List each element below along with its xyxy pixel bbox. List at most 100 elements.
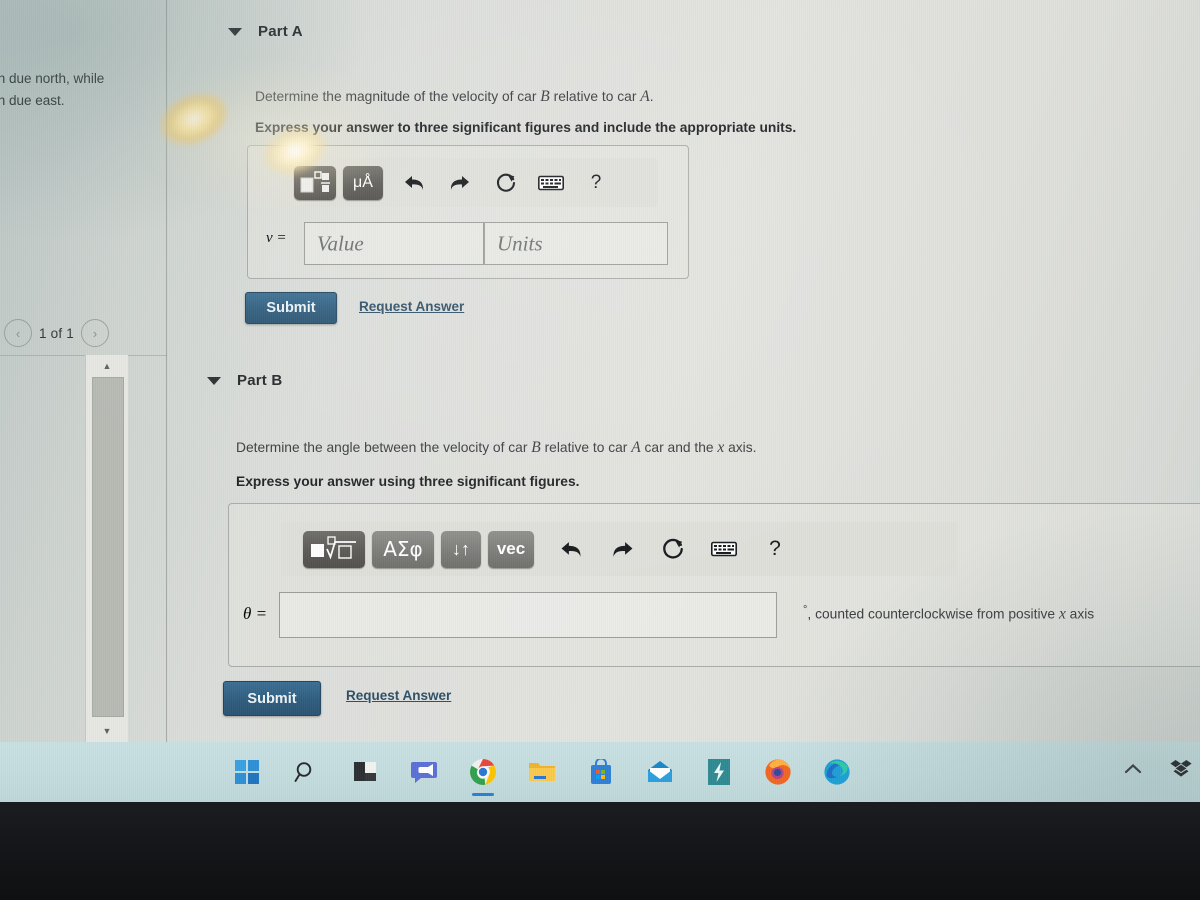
chevron-left-icon: ‹ [15,325,21,341]
part-b-answer-box: ΑΣφ ↓↑ vec ? θ = °, counted counterclock… [228,503,1200,667]
edge-button[interactable] [822,757,852,787]
pagination: ‹ 1 of 1 › [4,318,144,348]
undo-arrow-icon [405,175,424,190]
search-icon [294,762,312,782]
pagination-next-button[interactable]: › [80,319,109,347]
part-a-undo-button[interactable] [399,168,429,198]
scrollbar-up-arrow[interactable]: ▲ [86,357,128,375]
part-a-request-answer-link[interactable]: Request Answer [359,299,464,314]
part-a-units-button[interactable]: μÅ [343,165,383,200]
search-button[interactable] [291,757,321,787]
task-view-icon [354,762,376,781]
file-explorer-button[interactable] [527,757,557,787]
part-b-reset-button[interactable] [658,534,688,564]
dropbox-icon [1170,760,1192,777]
part-a-keyboard-button[interactable] [535,168,567,198]
part-a-template-button[interactable] [294,165,336,200]
laptop-screen: /h due north, while /h due east. ‹ 1 of … [0,0,1200,802]
value-placeholder: Value [317,231,364,255]
part-b-unit-suffix: °, counted counterclockwise from positiv… [803,604,1095,623]
panel-divider [0,355,167,356]
vertical-divider [166,0,167,742]
problem-statement-panel: /h due north, while /h due east. ‹ 1 of … [0,0,167,742]
undo-arrow-icon [561,541,581,557]
start-button[interactable] [232,757,262,787]
firefox-button[interactable] [763,757,793,787]
zoom-app-button[interactable] [704,757,734,787]
redo-arrow-icon [613,541,633,557]
caret-down-icon[interactable] [207,376,221,385]
pagination-prev-button[interactable]: ‹ [4,319,32,347]
part-b-answer-input[interactable] [279,592,777,638]
question-mark-icon: ? [769,537,781,560]
chrome-icon [470,759,496,786]
question-mark-icon: ? [590,171,602,193]
mail-icon [648,761,672,782]
keyboard-icon [711,541,737,557]
chat-button[interactable] [409,757,439,787]
part-b-redo-button[interactable] [608,534,638,564]
scrollbar-thumb[interactable] [92,377,124,717]
template-icon [300,170,330,192]
chrome-button[interactable] [468,757,498,796]
part-b-greek-button[interactable]: ΑΣφ [372,530,434,568]
vertical-scrollbar[interactable]: ▲ ▼ [85,355,128,742]
problem-line-1: /h due north, while [0,71,105,86]
part-a-question: Determine the magnitude of the velocity … [255,88,654,105]
part-a-redo-button[interactable] [445,168,475,198]
part-a-units-input[interactable]: Units [484,222,668,265]
part-b-toolbar: ΑΣφ ↓↑ vec ? [281,522,957,576]
microsoft-store-button[interactable] [586,757,616,787]
part-b-header[interactable]: Part B [207,372,282,389]
part-b-keyboard-button[interactable] [708,534,740,564]
windows-taskbar [0,742,1200,802]
problem-line-2: /h due east. [0,93,65,108]
part-a-submit-button[interactable]: Submit [245,292,337,324]
reset-circular-arrow-icon [496,173,516,192]
taskbar-icons [232,750,852,796]
part-a-reset-button[interactable] [491,168,521,198]
dropbox-tray-icon[interactable] [1168,756,1194,782]
part-b-template-root-button[interactable] [303,530,365,568]
pagination-label: 1 of 1 [39,325,74,341]
part-a-instruction: Express your answer to three significant… [255,120,797,135]
micro-angstrom-icon: μÅ [353,173,373,191]
arrows-up-down-icon: ↓↑ [452,538,470,559]
part-b-undo-button[interactable] [556,534,586,564]
system-tray [1120,756,1194,782]
reset-circular-arrow-icon [663,538,683,559]
laptop-bezel [0,800,1200,900]
part-b-vector-button[interactable]: vec [488,530,534,568]
chevron-right-icon: › [92,325,98,341]
problem-statement-text: /h due north, while /h due east. [0,68,174,112]
greek-letters-icon: ΑΣφ [383,537,423,561]
part-b-answer-label: θ = [243,604,268,623]
part-a-help-button[interactable]: ? [583,168,609,198]
units-placeholder: Units [497,231,543,255]
part-a-answer-label: v = [266,230,287,246]
part-a-header[interactable]: Part A [228,23,303,40]
redo-arrow-icon [450,175,469,190]
part-b-title: Part B [237,372,283,389]
part-b-arrows-button[interactable]: ↓↑ [441,530,481,568]
firefox-icon [765,759,791,785]
template-root-icon [311,536,356,560]
keyboard-icon [538,175,564,190]
part-b-help-button[interactable]: ? [762,534,788,564]
part-a-toolbar: μÅ ? [278,158,658,207]
part-b-submit-button[interactable]: Submit [223,681,321,716]
chevron-up-icon [1124,763,1142,774]
folder-icon [529,763,555,781]
chat-teams-icon [411,762,437,783]
part-a-answer-box: μÅ ? v = Value Units [247,145,689,279]
vector-icon: vec [496,539,526,558]
part-a-title: Part A [258,23,303,40]
show-hidden-icons-button[interactable] [1120,756,1146,782]
part-a-value-input[interactable]: Value [304,222,484,265]
scrollbar-down-arrow[interactable]: ▼ [86,722,128,740]
taskview-button[interactable] [350,757,380,787]
mail-button[interactable] [645,757,675,787]
part-b-request-answer-link[interactable]: Request Answer [346,688,451,703]
main-content: Part A Determine the magnitude of the ve… [167,0,1200,742]
caret-down-icon[interactable] [228,27,242,36]
